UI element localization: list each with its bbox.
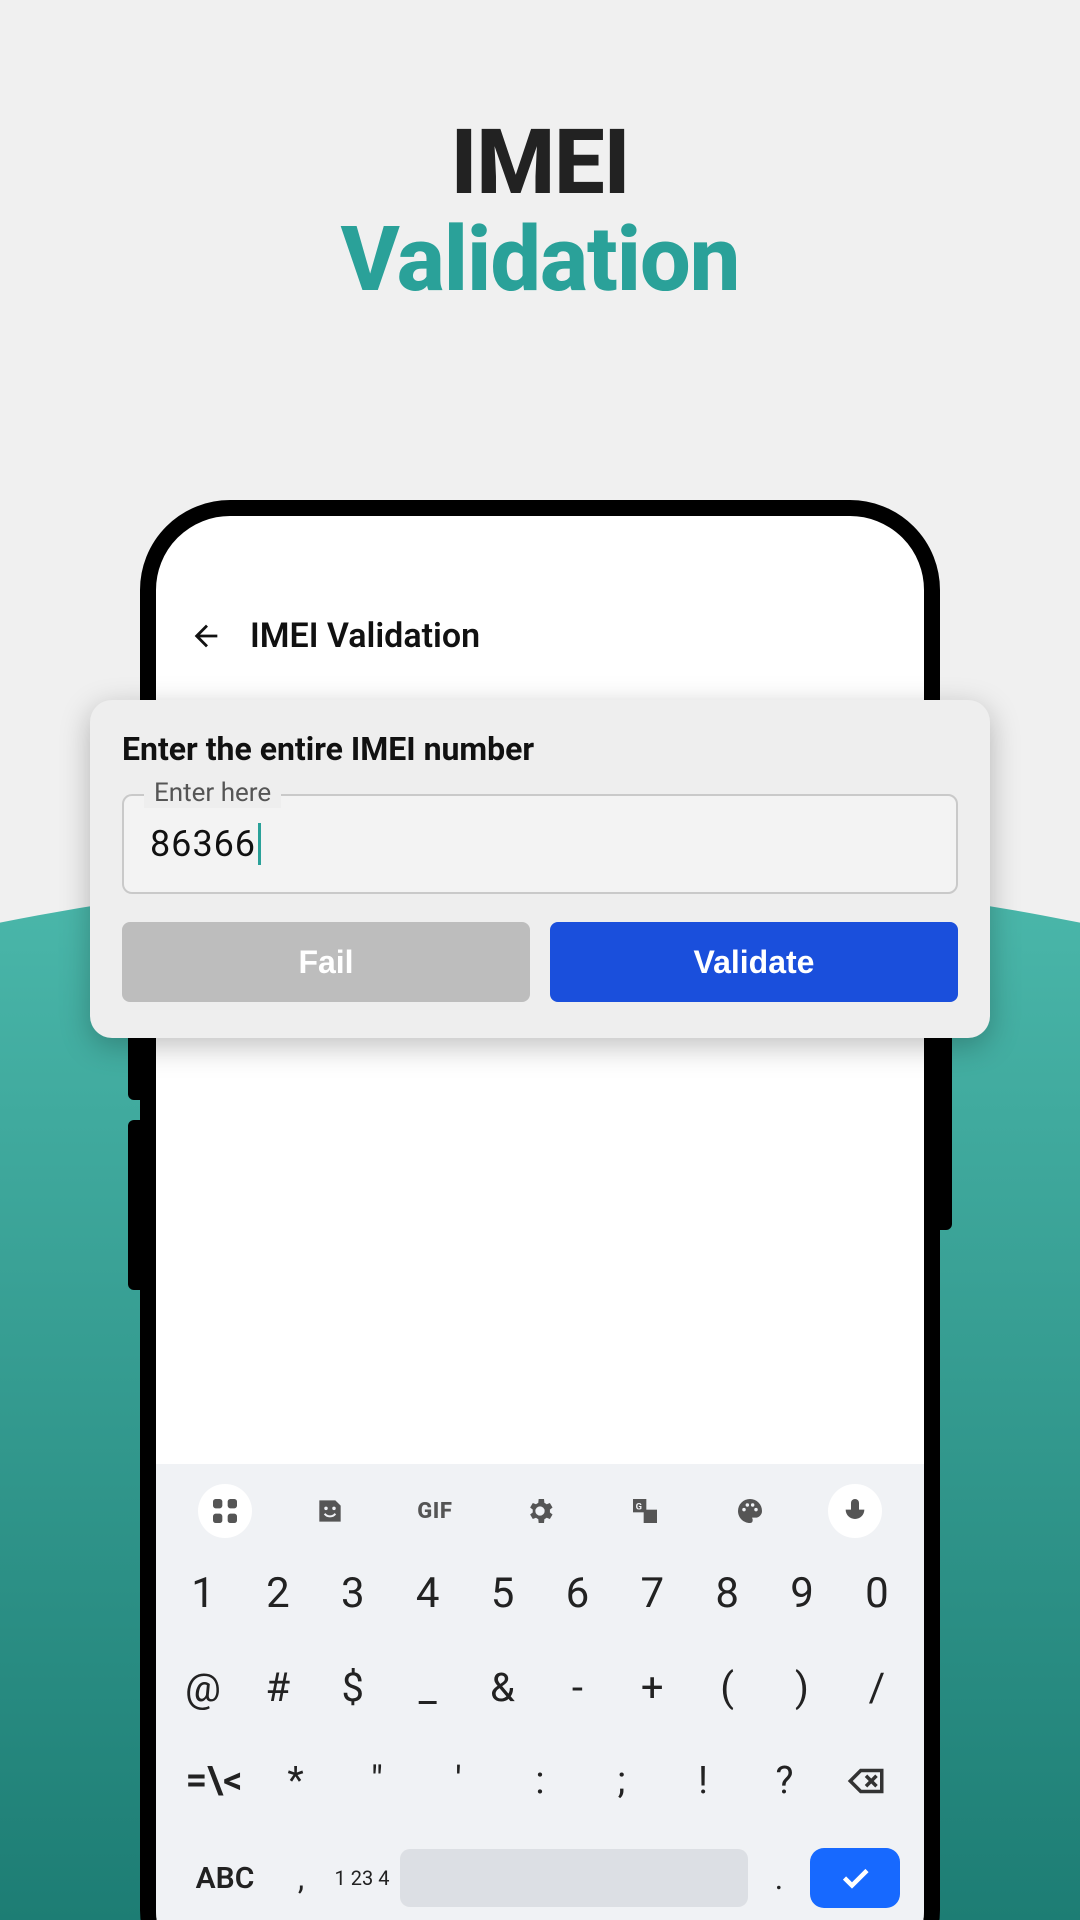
keyboard-row-3: =\< * " ' : ; ! ?: [162, 1744, 918, 1818]
key-2[interactable]: 2: [247, 1556, 309, 1630]
key-spacebar[interactable]: [400, 1849, 748, 1907]
key-0[interactable]: 0: [846, 1556, 908, 1630]
keyboard-row-4: ABC , 1 2 3 4 .: [162, 1838, 918, 1918]
key-underscore[interactable]: _: [397, 1650, 459, 1724]
imei-dialog: Enter the entire IMEI number Enter here …: [90, 700, 990, 1038]
key-paren-open[interactable]: (: [696, 1650, 758, 1724]
key-comma[interactable]: ,: [278, 1847, 324, 1909]
key-quote[interactable]: ": [343, 1744, 411, 1818]
key-8[interactable]: 8: [696, 1556, 758, 1630]
settings-icon[interactable]: [513, 1484, 567, 1538]
hero-line-1: IMEI: [0, 110, 1080, 215]
key-backspace[interactable]: [832, 1744, 900, 1818]
phone-side-button: [940, 1030, 952, 1230]
imei-input-value: 86366: [150, 823, 256, 865]
input-floating-label: Enter here: [144, 778, 281, 808]
fail-button[interactable]: Fail: [122, 922, 530, 1002]
key-star[interactable]: *: [262, 1744, 330, 1818]
key-slash[interactable]: /: [846, 1650, 908, 1724]
on-screen-keyboard[interactable]: GIF G 1 2 3 4: [156, 1464, 924, 1920]
back-button[interactable]: [186, 616, 226, 656]
key-numeric-top: 1 2: [335, 1868, 362, 1888]
hero-line-2: Validation: [0, 207, 1080, 312]
imei-input[interactable]: Enter here 86366: [122, 794, 958, 894]
sticker-icon[interactable]: [303, 1484, 357, 1538]
dialog-button-row: Fail Validate: [122, 922, 958, 1002]
key-3[interactable]: 3: [322, 1556, 384, 1630]
key-more-symbols[interactable]: =\<: [180, 1744, 248, 1818]
key-period[interactable]: .: [756, 1847, 802, 1909]
key-numeric-bottom: 3 4: [362, 1868, 389, 1888]
key-numeric-mode[interactable]: 1 2 3 4: [332, 1847, 392, 1909]
key-7[interactable]: 7: [621, 1556, 683, 1630]
keyboard-menu-icon[interactable]: [198, 1484, 252, 1538]
backspace-icon: [845, 1760, 887, 1802]
phone-side-button: [128, 1120, 140, 1290]
translate-icon[interactable]: G: [618, 1484, 672, 1538]
dialog-prompt: Enter the entire IMEI number: [122, 730, 958, 768]
key-at[interactable]: @: [172, 1650, 234, 1724]
check-icon: [837, 1860, 873, 1896]
key-apostrophe[interactable]: ': [425, 1744, 493, 1818]
palette-icon[interactable]: [723, 1484, 777, 1538]
arrow-left-icon: [189, 619, 223, 653]
key-ampersand[interactable]: &: [472, 1650, 534, 1724]
text-cursor: [258, 823, 261, 865]
key-plus[interactable]: +: [621, 1650, 683, 1724]
svg-text:G: G: [636, 1502, 642, 1513]
keyboard-row-2: @ # $ _ & - + ( ) /: [162, 1650, 918, 1724]
validate-button[interactable]: Validate: [550, 922, 958, 1002]
key-hash[interactable]: #: [247, 1650, 309, 1724]
key-4[interactable]: 4: [397, 1556, 459, 1630]
key-abc-mode[interactable]: ABC: [180, 1847, 270, 1909]
key-5[interactable]: 5: [472, 1556, 534, 1630]
app-bar: IMEI Validation: [186, 616, 480, 656]
key-9[interactable]: 9: [771, 1556, 833, 1630]
key-paren-close[interactable]: ): [771, 1650, 833, 1724]
page-title: IMEI Validation: [250, 616, 480, 656]
key-minus[interactable]: -: [546, 1650, 608, 1724]
mic-icon[interactable]: [828, 1484, 882, 1538]
keyboard-row-1: 1 2 3 4 5 6 7 8 9 0: [162, 1556, 918, 1630]
key-6[interactable]: 6: [546, 1556, 608, 1630]
keyboard-toolbar: GIF G: [156, 1476, 924, 1546]
key-colon[interactable]: :: [506, 1744, 574, 1818]
key-dollar[interactable]: $: [322, 1650, 384, 1724]
key-semicolon[interactable]: ;: [588, 1744, 656, 1818]
gif-icon[interactable]: GIF: [408, 1484, 462, 1538]
key-question[interactable]: ?: [751, 1744, 819, 1818]
key-1[interactable]: 1: [172, 1556, 234, 1630]
key-enter[interactable]: [810, 1848, 900, 1908]
hero-title: IMEI Validation: [0, 110, 1080, 312]
key-exclaim[interactable]: !: [669, 1744, 737, 1818]
